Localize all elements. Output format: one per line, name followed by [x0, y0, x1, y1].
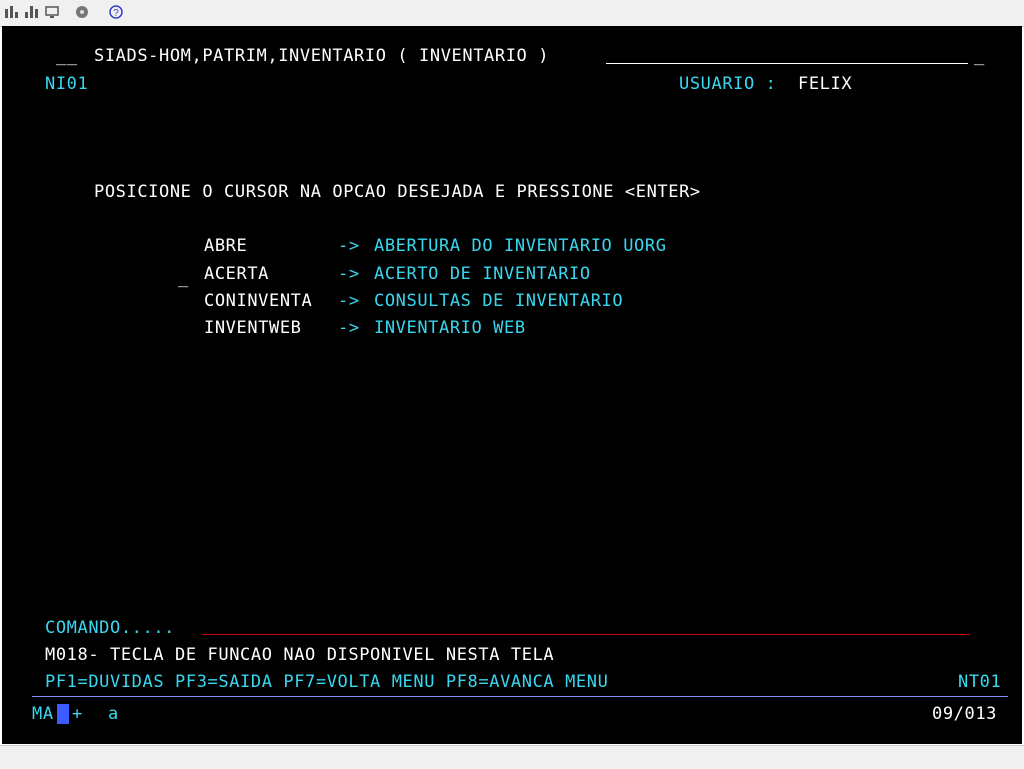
text-cursor[interactable]: _	[178, 268, 189, 288]
status-separator	[32, 696, 1008, 697]
status-mode: MA	[32, 704, 54, 724]
emulator-toolbar: ?	[0, 0, 1024, 27]
bars-icon[interactable]	[4, 4, 20, 20]
screen-code: NT01	[958, 672, 1002, 692]
title-underline	[606, 63, 968, 64]
user-name: FELIX	[798, 74, 853, 94]
help-icon[interactable]: ?	[108, 4, 124, 20]
command-input[interactable]	[202, 634, 970, 635]
option-code[interactable]: ABRE	[204, 236, 247, 256]
monitor-icon[interactable]	[44, 4, 60, 20]
bars-alt-icon[interactable]	[24, 4, 40, 20]
option-desc: ABERTURA DO INVENTARIO UORG	[374, 236, 667, 256]
option-code[interactable]: CONINVENTA	[204, 291, 312, 311]
option-desc: CONSULTAS DE INVENTARIO	[374, 291, 624, 311]
command-label: COMANDO.....	[45, 618, 176, 638]
disk-icon[interactable]	[74, 4, 90, 20]
option-arrow: ->	[338, 291, 360, 311]
svg-text:?: ?	[113, 8, 119, 19]
option-desc: INVENTARIO WEB	[374, 318, 526, 338]
screen-id: NI01	[45, 74, 89, 94]
screen-title: SIADS-HOM,PATRIM,INVENTARIO ( INVENTARIO…	[94, 46, 550, 66]
option-code[interactable]: INVENTWEB	[204, 318, 302, 338]
cursor-position: 09/013	[932, 704, 998, 724]
option-arrow: ->	[338, 318, 360, 338]
option-arrow: ->	[338, 264, 360, 284]
terminal-screen[interactable]: __ SIADS-HOM,PATRIM,INVENTARIO ( INVENTA…	[2, 26, 1022, 744]
pf-keys-legend: PF1=DUVIDAS PF3=SAIDA PF7=VOLTA MENU PF8…	[45, 672, 609, 692]
title-suffix[interactable]: _	[974, 46, 985, 66]
user-label: USUARIO :	[679, 74, 777, 94]
message-text: M018- TECLA DE FUNCAO NAO DISPONIVEL NES…	[45, 645, 555, 665]
option-code[interactable]: ACERTA	[204, 264, 269, 284]
status-letter: a	[108, 704, 119, 724]
option-desc: ACERTO DE INVENTARIO	[374, 264, 591, 284]
title-prefix[interactable]: __	[56, 46, 78, 66]
option-arrow: ->	[338, 236, 360, 256]
emulator-bottom-bar	[0, 745, 1024, 769]
instruction-text: POSICIONE O CURSOR NA OPCAO DESEJADA E P…	[94, 182, 701, 202]
status-plus: +	[72, 704, 83, 724]
cursor-block	[57, 704, 69, 724]
